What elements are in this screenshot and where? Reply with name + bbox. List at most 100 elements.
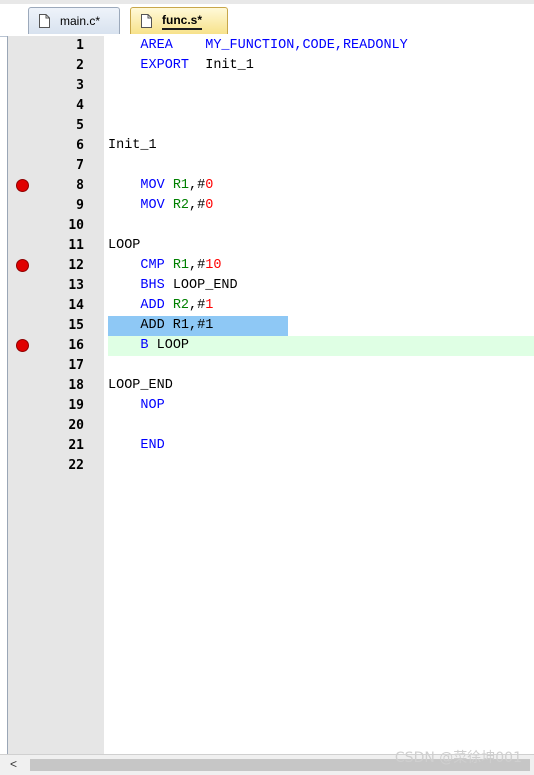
line-number: 18 [68,378,84,393]
code-line[interactable]: 20 [8,416,534,436]
line-number: 7 [76,158,84,173]
code-token: R2 [172,298,190,313]
line-number: 5 [76,118,84,133]
line-number: 10 [68,218,84,233]
tab-label: main.c* [60,14,101,28]
code-line[interactable]: 4 [8,96,534,116]
code-token: ,# [189,258,206,273]
line-number: 1 [76,38,84,53]
line-number: 13 [68,278,84,293]
code-line[interactable]: 16 B LOOP [8,336,534,356]
code-text: CMP R1,#10 [108,258,221,273]
code-text: ADD R2,#1 [108,298,213,313]
line-number: 9 [76,198,84,213]
code-token: LOOP [108,238,141,253]
line-number: 3 [76,78,84,93]
line-number: 8 [76,178,84,193]
code-token: AREA [140,38,173,53]
code-line[interactable]: 5 [8,116,534,136]
code-line[interactable]: 9 MOV R2,#0 [8,196,534,216]
scroll-left-arrow-icon[interactable]: < [10,757,17,771]
code-text: LOOP [108,238,140,253]
line-number: 2 [76,58,84,73]
tab-bar-top-strip [0,0,534,4]
code-line[interactable]: 17 [8,356,534,376]
code-line[interactable]: 19 NOP [8,396,534,416]
line-number: 21 [68,438,84,453]
code-token: 0 [205,198,214,213]
code-line[interactable]: 3 [8,76,534,96]
tab-main-c[interactable]: main.c* [28,7,120,34]
code-token: END [140,438,165,453]
code-token: R1 [172,258,190,273]
code-text: NOP [108,398,165,413]
code-token: EXPORT [140,58,190,73]
line-number: 15 [68,318,84,333]
code-token: MOV [140,198,165,213]
code-token: BHS [140,278,165,293]
code-line[interactable]: 15 ADD R1,#1 [8,316,534,336]
code-token: R2 [172,198,190,213]
watermark: CSDN @菜徐坤001 [394,750,522,766]
code-line[interactable]: 12 CMP R1,#10 [8,256,534,276]
code-token: LOOP_END [108,378,173,393]
code-line[interactable]: 21 END [8,436,534,456]
code-text: BHS LOOP_END [108,278,238,293]
code-token: MOV [140,178,165,193]
code-line[interactable]: 22 [8,456,534,476]
code-token: LOOP [148,338,190,353]
code-token: 0 [205,178,214,193]
code-line[interactable]: 18 LOOP_END [8,376,534,396]
code-token: MY_FUNCTION, [205,38,303,53]
line-number: 14 [68,298,84,313]
code-token: ,# [189,198,206,213]
code-line[interactable]: 14 ADD R2,#1 [8,296,534,316]
code-text: MOV R1,#0 [108,178,213,193]
code-token: 1 [205,298,214,313]
code-token: ,# [189,178,206,193]
tab-label: func.s* [162,13,203,30]
code-token: R1 [172,178,190,193]
code-token: ADD R1,#1 [108,318,214,333]
code-line[interactable]: 8 MOV R1,#0 [8,176,534,196]
code-token: NOP [140,398,165,413]
code-line[interactable]: 13 BHS LOOP_END [8,276,534,296]
code-line[interactable]: 10 [8,216,534,236]
code-text: MOV R2,#0 [108,198,213,213]
code-token: Init_1 [108,138,157,153]
line-number: 22 [68,458,84,473]
code-token: LOOP_END [164,278,238,293]
line-number: 12 [68,258,84,273]
code-token: CMP [140,258,165,273]
line-number: 4 [76,98,84,113]
code-text: Init_1 [108,138,157,153]
code-editor[interactable]: 1 AREA MY_FUNCTION,CODE,READONLY 2 EXPORT… [7,36,534,754]
code-token: ADD [140,298,165,313]
line-number: 11 [68,238,84,253]
code-line[interactable]: 1 AREA MY_FUNCTION,CODE,READONLY [8,36,534,56]
code-line[interactable]: 2 EXPORT Init_1 [8,56,534,76]
line-number: 20 [68,418,84,433]
code-text: AREA MY_FUNCTION,CODE,READONLY [108,38,408,53]
line-number: 6 [76,138,84,153]
tab-bar: main.c* func.s* [0,0,534,37]
code-line[interactable]: 7 [8,156,534,176]
code-text: ADD R1,#1 [108,318,213,333]
line-number: 19 [68,398,84,413]
code-text: B LOOP [108,338,189,353]
file-icon [141,14,152,28]
code-line[interactable]: 11 LOOP [8,236,534,256]
code-token: ,# [189,298,206,313]
code-line[interactable]: 6 Init_1 [8,136,534,156]
code-token: READONLY [342,38,408,53]
tab-func-s[interactable]: func.s* [130,7,228,34]
